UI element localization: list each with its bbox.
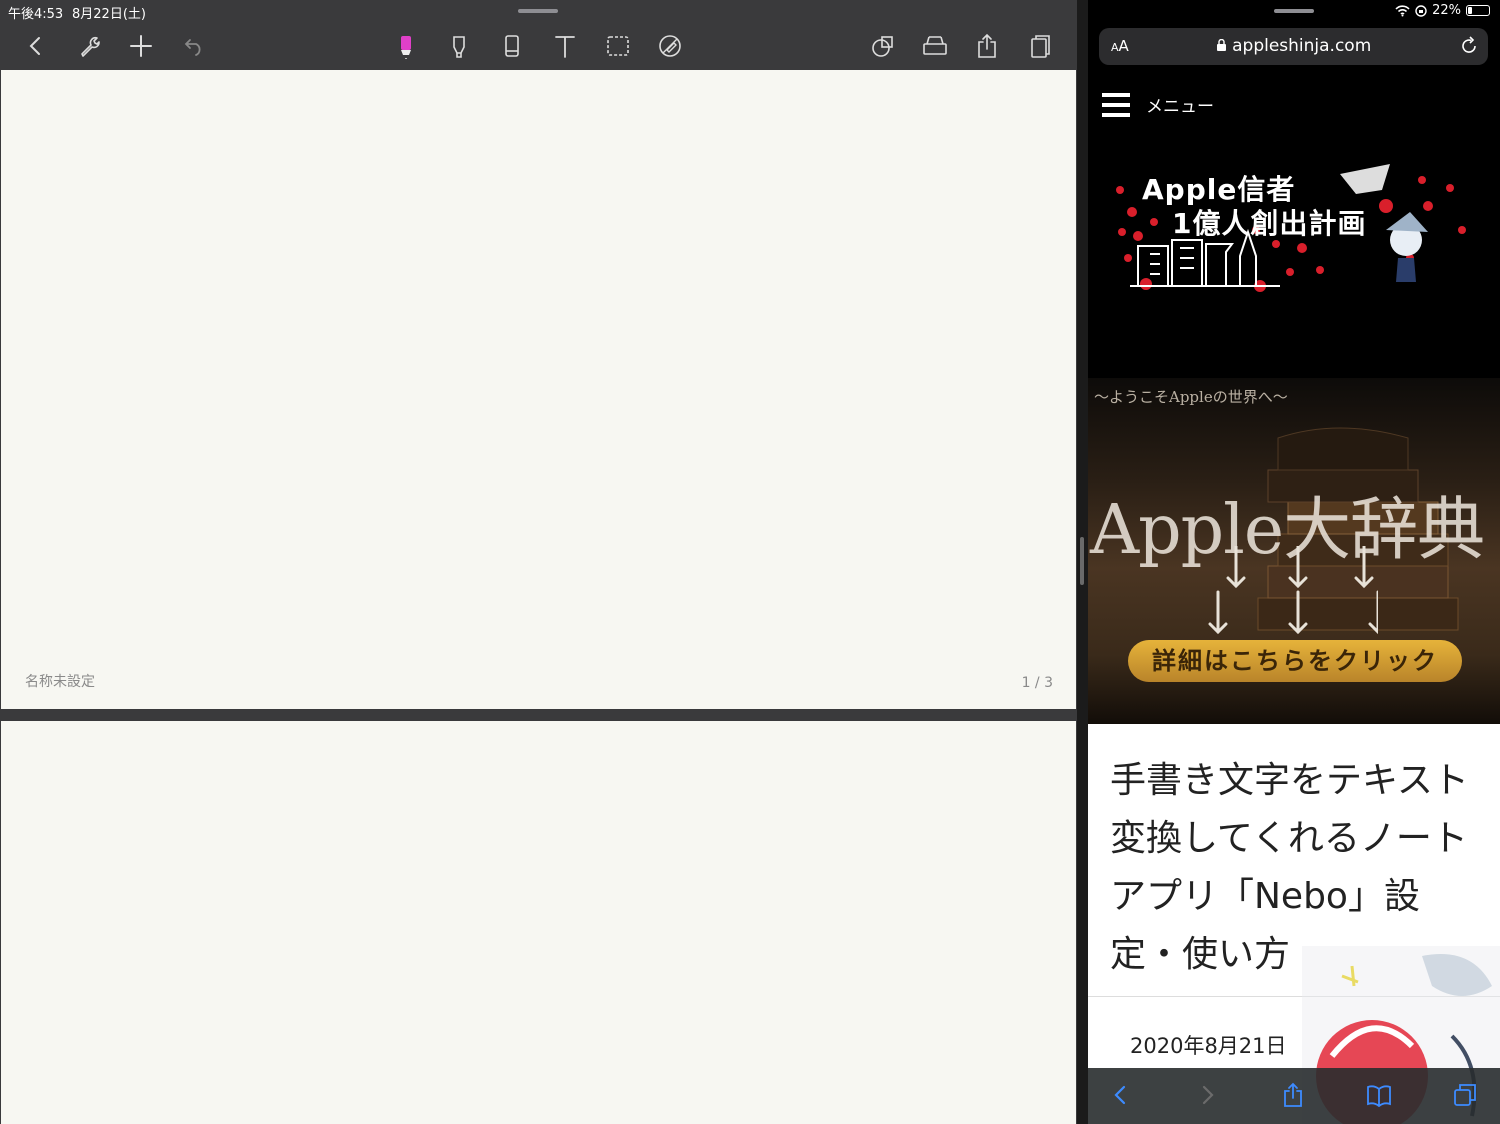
browser-forward-button[interactable]: [1192, 1080, 1222, 1110]
undo-button[interactable]: [177, 30, 211, 62]
status-bar-right: 22%: [1088, 0, 1500, 22]
site-logo-banner[interactable]: Apple信者 1億人創出計画: [1110, 160, 1480, 300]
menu-label: メニュー: [1146, 97, 1214, 117]
add-button[interactable]: [124, 30, 158, 62]
eraser-icon: [505, 35, 519, 57]
ruler-button[interactable]: [918, 30, 952, 62]
note-page-current[interactable]: 名称未設定 1 / 3: [1, 70, 1076, 709]
shapes-icon: [872, 36, 893, 57]
menu-button[interactable]: メニュー: [1102, 92, 1214, 117]
notes-app-pane: 午後4:53 8月22日(土) 名称未設定 1 / 3: [0, 0, 1077, 1124]
tabs-icon: [1454, 1084, 1476, 1106]
lasso-select-icon: [607, 36, 629, 56]
browser-bookmarks-button[interactable]: [1364, 1080, 1394, 1110]
pages-button[interactable]: [1023, 30, 1057, 62]
eraser-tool[interactable]: [495, 30, 529, 62]
details-cta-button[interactable]: 詳細はこちらをクリック: [1128, 640, 1462, 682]
site-header: メニュー Apple信者 1億人創出計画 〜ようこそAppleの世界へ〜 App…: [1088, 78, 1500, 724]
text-tool-icon: [555, 36, 575, 58]
ruler-icon: [923, 36, 947, 55]
chevron-left-icon: [29, 37, 40, 55]
no-pen-icon: [659, 35, 681, 57]
hero-banner[interactable]: 〜ようこそAppleの世界へ〜 Apple大辞典 詳細はこちらをクリック: [1088, 378, 1500, 724]
multitasking-handle[interactable]: [518, 9, 558, 13]
safari-bottom-toolbar: [1088, 1068, 1500, 1124]
back-icon: [1114, 1085, 1126, 1105]
plus-icon: [130, 35, 152, 57]
disable-pen-tool[interactable]: [653, 30, 687, 62]
logo-title-line-2: 1億人創出計画: [1172, 207, 1367, 240]
battery-percent: 22%: [1432, 3, 1461, 18]
split-view-divider[interactable]: [1080, 537, 1084, 585]
battery-icon: [1466, 5, 1490, 16]
wrench-icon: [81, 36, 100, 57]
marker-tool[interactable]: [442, 30, 476, 62]
share-icon: [1284, 1082, 1302, 1107]
undo-icon: [184, 39, 201, 56]
lock-icon: [1216, 38, 1226, 51]
down-arrows-icon: [1208, 546, 1378, 635]
shapes-button[interactable]: [866, 30, 900, 62]
pages-icon: [1031, 35, 1050, 58]
article-date: 2020年8月21日: [1130, 1034, 1287, 1058]
note-page-next[interactable]: [1, 721, 1076, 1124]
browser-back-button[interactable]: [1106, 1080, 1136, 1110]
status-date: 8月22日(土): [72, 7, 146, 22]
article-card[interactable]: 手書き文字をテキスト変換してくれるノートアプリ「Nebo」設定・使い方 2020…: [1088, 724, 1500, 1124]
settings-button[interactable]: [72, 30, 106, 62]
safari-pane: 22% AA appleshinja.com メニュー Apple信者 1億人創…: [1088, 0, 1500, 1124]
address-bar[interactable]: AA appleshinja.com: [1099, 28, 1488, 65]
hamburger-icon: [1102, 92, 1130, 117]
highlighter-pen-icon: [401, 36, 411, 59]
page-counter: 1 / 3: [1021, 675, 1053, 691]
wifi-icon: [1395, 4, 1410, 16]
lasso-select-tool[interactable]: [601, 30, 635, 62]
back-button[interactable]: [19, 30, 53, 62]
url-field[interactable]: appleshinja.com: [1099, 36, 1488, 56]
share-icon: [978, 33, 996, 58]
reload-icon[interactable]: [1458, 35, 1480, 57]
document-title[interactable]: 名称未設定: [25, 671, 95, 691]
status-time: 午後4:53: [8, 7, 64, 22]
notes-toolbar: [0, 22, 1077, 70]
url-text: appleshinja.com: [1232, 36, 1372, 56]
share-button[interactable]: [970, 30, 1004, 62]
multitasking-handle-right[interactable]: [1274, 9, 1314, 13]
highlighter-pen-tool[interactable]: [389, 30, 423, 62]
browser-share-button[interactable]: [1278, 1080, 1308, 1110]
split-view-screen: 午後4:53 8月22日(土) 名称未設定 1 / 3 22% AA apple…: [0, 0, 1500, 1124]
browser-tabs-button[interactable]: [1450, 1080, 1480, 1110]
orientation-lock-icon: [1415, 4, 1427, 17]
hero-tagline: 〜ようこそAppleの世界へ〜: [1094, 388, 1288, 406]
forward-icon: [1202, 1085, 1214, 1105]
bookmarks-icon: [1367, 1085, 1391, 1108]
marker-icon: [453, 36, 465, 58]
text-tool[interactable]: [548, 30, 582, 62]
